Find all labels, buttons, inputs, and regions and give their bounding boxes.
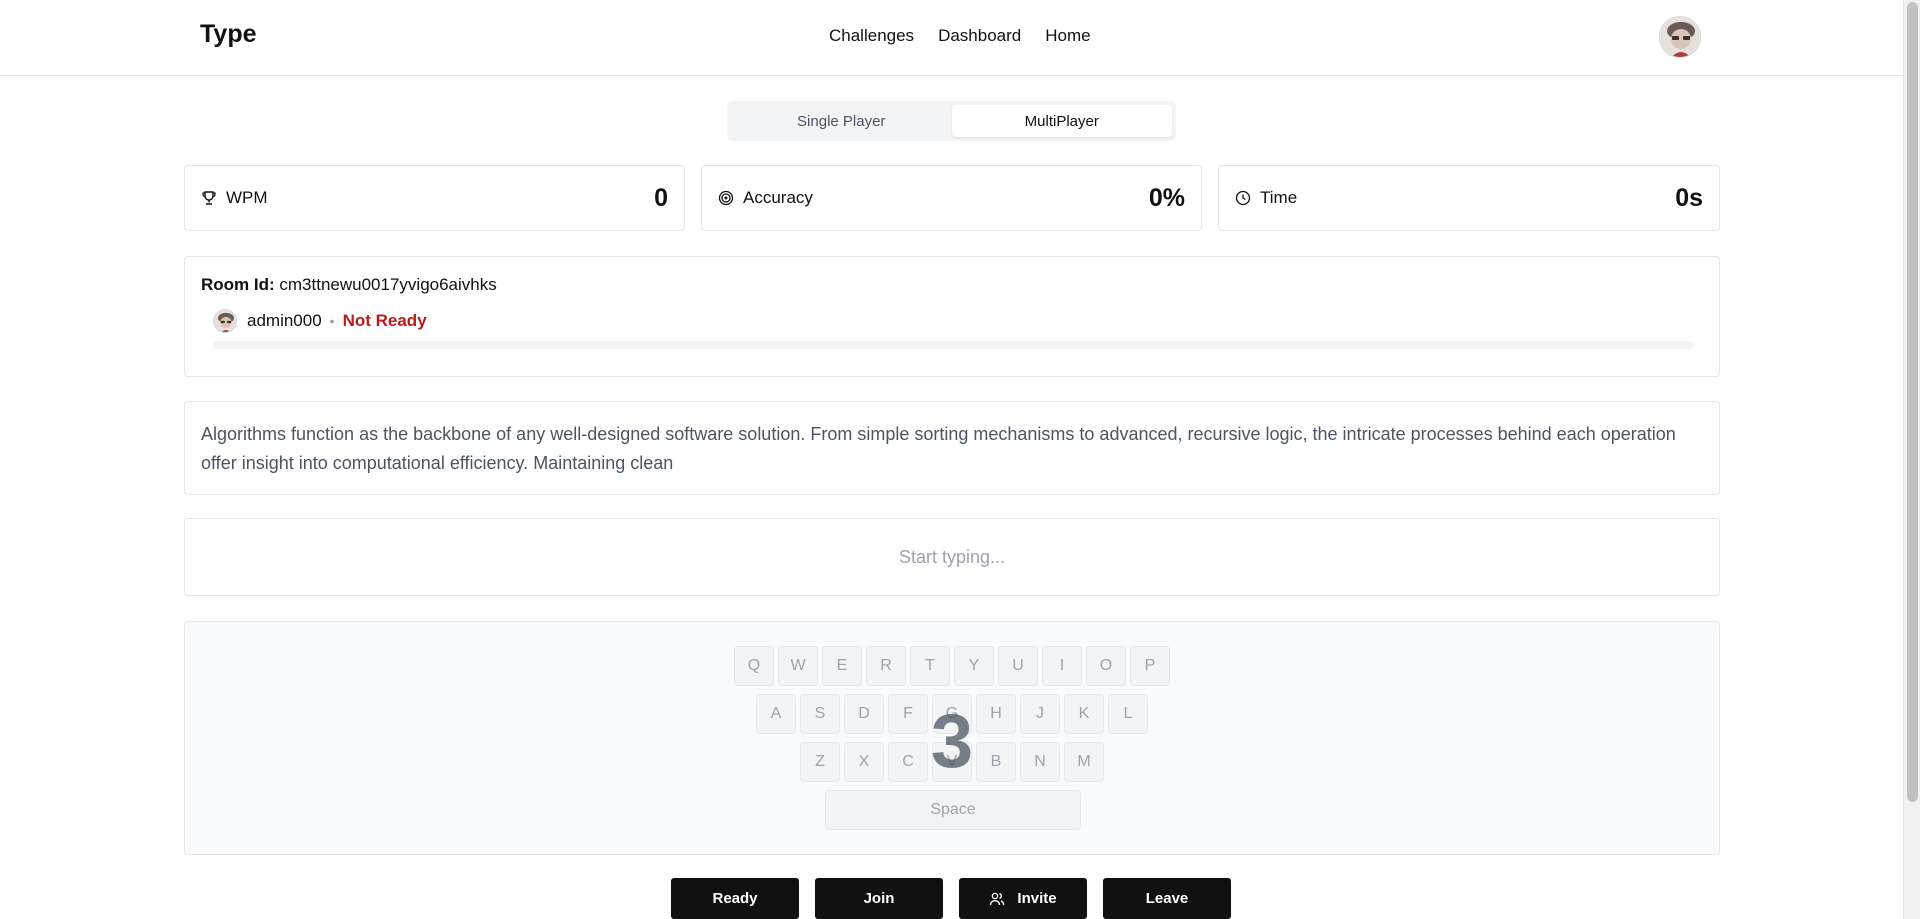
scrollbar-thumb[interactable]	[1907, 2, 1918, 802]
key-e: E	[822, 646, 862, 686]
key-u: U	[998, 646, 1038, 686]
ready-button-label: Ready	[712, 890, 758, 907]
tab-single-player[interactable]: Single Player	[731, 105, 952, 137]
player-avatar	[213, 309, 237, 333]
key-g: G	[932, 694, 972, 734]
join-button-label: Join	[863, 890, 895, 907]
key-l: L	[1108, 694, 1148, 734]
room-id: Room Id: cm3ttnewu0017yvigo6aivhks	[201, 275, 497, 295]
typing-area	[184, 518, 1720, 596]
tab-multiplayer[interactable]: MultiPlayer	[951, 105, 1172, 137]
ready-button[interactable]: Ready	[671, 878, 799, 919]
key-x: X	[844, 742, 884, 782]
player-status: Not Ready	[342, 311, 427, 330]
key-c: C	[888, 742, 928, 782]
user-avatar[interactable]	[1659, 16, 1701, 58]
key-f: F	[888, 694, 928, 734]
key-o: O	[1086, 646, 1126, 686]
time-value: 0s	[1675, 183, 1703, 212]
room-id-label: Room Id:	[201, 275, 275, 294]
invite-button[interactable]: Invite	[959, 878, 1087, 919]
keyboard-row-3: ZXCVBNM	[800, 742, 1104, 782]
wpm-label: WPM	[226, 188, 268, 207]
leave-button[interactable]: Leave	[1103, 878, 1231, 919]
key-y: Y	[954, 646, 994, 686]
separator-dot: •	[329, 313, 335, 329]
key-q: Q	[734, 646, 774, 686]
main-nav: Challenges Dashboard Home	[829, 26, 1091, 46]
keyboard-row-space: Space	[825, 790, 1081, 830]
key-v: V	[932, 742, 972, 782]
top-nav-bar: Type Challenges Dashboard Home	[0, 0, 1903, 76]
nav-link-challenges[interactable]: Challenges	[829, 26, 914, 46]
nav-link-dashboard[interactable]: Dashboard	[938, 26, 1021, 46]
key-w: W	[778, 646, 818, 686]
key-h: H	[976, 694, 1016, 734]
mode-toggle: Single Player MultiPlayer	[727, 101, 1176, 141]
key-r: R	[866, 646, 906, 686]
player-name: admin000	[247, 311, 322, 330]
key-n: N	[1020, 742, 1060, 782]
key-d: D	[844, 694, 884, 734]
key-s: S	[800, 694, 840, 734]
target-icon	[718, 190, 734, 206]
key-p: P	[1130, 646, 1170, 686]
invite-button-label: Invite	[1017, 890, 1057, 907]
join-button[interactable]: Join	[815, 878, 943, 919]
player-progress-bar	[213, 341, 1693, 349]
clock-icon	[1235, 190, 1251, 206]
room-panel: Room Id: cm3ttnewu0017yvigo6aivhks admin…	[184, 256, 1720, 377]
wpm-value: 0	[654, 183, 668, 212]
key-space: Space	[825, 790, 1081, 830]
key-j: J	[1020, 694, 1060, 734]
page-scrollbar[interactable]	[1903, 0, 1920, 919]
trophy-icon	[202, 191, 216, 205]
keyboard-row-2: ASDFGHJKL	[756, 694, 1148, 734]
accuracy-value: 0%	[1148, 183, 1185, 212]
key-a: A	[756, 694, 796, 734]
key-z: Z	[800, 742, 840, 782]
time-label: Time	[1260, 188, 1298, 207]
brand-logo[interactable]: Type	[200, 20, 257, 49]
player-avatar-image	[214, 310, 236, 332]
keyboard-row-1: QWERTYUIOP	[734, 646, 1170, 686]
nav-link-home[interactable]: Home	[1045, 26, 1090, 46]
virtual-keyboard: QWERTYUIOP ASDFGHJKL ZXCVBNM Space 3	[184, 621, 1720, 855]
room-id-value[interactable]: cm3ttnewu0017yvigo6aivhks	[279, 275, 496, 294]
key-m: M	[1064, 742, 1104, 782]
player-row: admin000 • Not Ready	[213, 309, 427, 333]
key-k: K	[1064, 694, 1104, 734]
wpm-card: WPM 0	[184, 165, 685, 231]
avatar-image	[1660, 17, 1700, 57]
room-actions: Ready Join Invite Leave	[671, 878, 1231, 919]
key-t: T	[910, 646, 950, 686]
users-icon	[990, 892, 1005, 905]
time-card: Time 0s	[1218, 165, 1720, 231]
typing-passage: Algorithms function as the backbone of a…	[184, 401, 1720, 495]
key-i: I	[1042, 646, 1082, 686]
accuracy-card: Accuracy 0%	[701, 165, 1202, 231]
key-b: B	[976, 742, 1016, 782]
leave-button-label: Leave	[1145, 890, 1189, 907]
accuracy-label: Accuracy	[743, 188, 813, 207]
typing-input[interactable]	[185, 519, 1719, 595]
